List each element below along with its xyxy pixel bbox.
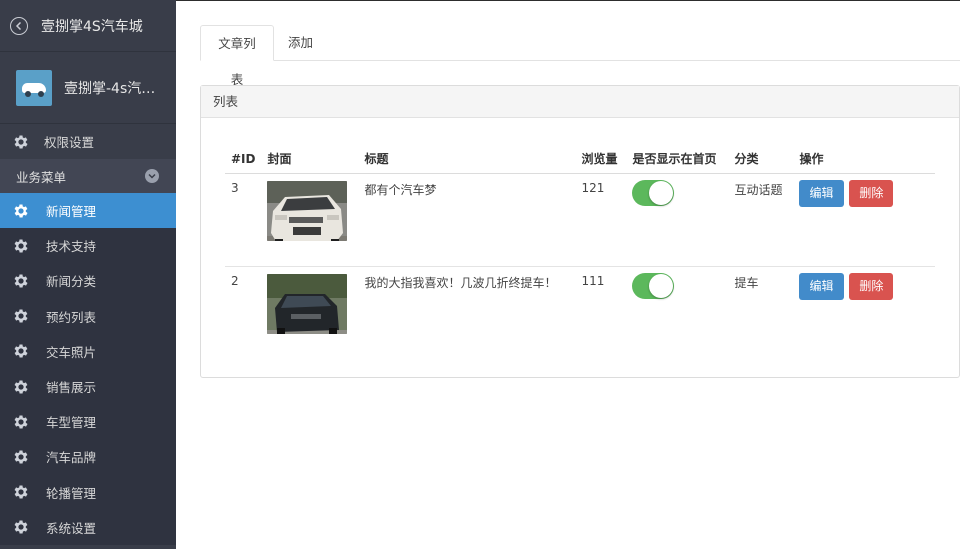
row-id: 3 <box>225 173 262 267</box>
sidebar-item-model-management[interactable]: 车型管理 <box>0 404 176 439</box>
sidebar-item-tech-support[interactable]: 技术支持 <box>0 228 176 263</box>
col-views: 浏览量 <box>575 145 627 174</box>
col-actions: 操作 <box>793 145 935 174</box>
user-name: 壹捌掌-4s汽车城 <box>64 80 164 97</box>
avatar <box>16 69 52 106</box>
sidebar-item-label: 销售展示 <box>46 380 97 396</box>
delete-button[interactable]: 删除 <box>849 179 894 207</box>
tab-bar: 文章列表 添加 <box>200 25 960 87</box>
sidebar-item-label: 预约列表 <box>46 309 97 325</box>
row-category: 提车 <box>734 275 759 290</box>
row-views: 111 <box>581 273 605 288</box>
gear-icon <box>12 483 30 501</box>
app-title: 壹捌掌4S汽车城 <box>41 18 143 35</box>
sidebar-item-label: 轮播管理 <box>46 485 97 501</box>
toggle-knob <box>649 273 674 298</box>
edit-button[interactable]: 编辑 <box>799 272 844 300</box>
business-submenu: 新闻管理 技术支持 新闻分类 预约列表 交车照片 销售展示 车型管理 汽车品牌 <box>0 193 176 545</box>
sidebar-item-system-settings[interactable]: 系统设置 <box>0 510 176 545</box>
row-id: 2 <box>231 273 239 288</box>
sidebar-item-appointments[interactable]: 预约列表 <box>0 299 176 334</box>
col-cover: 封面 <box>261 145 359 174</box>
table-row: 2 我的大指我喜欢！几波几折终提车！ 111 提车 编辑 删除 <box>225 266 935 341</box>
sidebar: 壹捌掌4S汽车城 壹捌掌-4s汽车城 权限设置 业务菜单 新闻管理 技术支持 新… <box>0 0 176 549</box>
cover-image[interactable] <box>267 180 348 241</box>
main-content: 文章列表 添加 列表 #ID 封面 标题 浏览量 是否显示在首页 分类 操作 3 <box>176 1 960 549</box>
panel-title: 列表 <box>201 86 959 118</box>
gear-icon <box>12 133 30 151</box>
col-show-home: 是否显示在首页 <box>626 145 729 174</box>
tab-add[interactable]: 添加 <box>276 25 325 61</box>
toggle-knob <box>649 180 674 205</box>
tab-article-list[interactable]: 文章列表 <box>200 25 274 87</box>
list-panel: 列表 #ID 封面 标题 浏览量 是否显示在首页 分类 操作 3 都有个汽车梦 … <box>200 85 960 378</box>
cover-image[interactable] <box>267 273 348 334</box>
back-arrow-icon[interactable] <box>10 16 28 35</box>
gear-icon <box>12 237 30 255</box>
gear-icon <box>12 378 30 396</box>
table-row: 3 都有个汽车梦 121 互动话题 编辑 删除 <box>225 173 935 267</box>
row-title: 都有个汽车梦 <box>358 173 576 267</box>
gear-icon <box>12 272 30 290</box>
row-category: 互动话题 <box>728 173 794 267</box>
section-title: 业务菜单 <box>16 169 67 185</box>
sidebar-item-label: 车型管理 <box>46 415 97 431</box>
sidebar-item-car-brands[interactable]: 汽车品牌 <box>0 439 176 474</box>
sidebar-item-news-management[interactable]: 新闻管理 <box>0 193 176 229</box>
show-home-toggle[interactable] <box>632 179 675 206</box>
col-category: 分类 <box>728 145 794 174</box>
sidebar-item-carousel[interactable]: 轮播管理 <box>0 475 176 510</box>
gear-icon <box>12 307 30 325</box>
sidebar-item-label: 新闻分类 <box>46 274 97 290</box>
col-title: 标题 <box>358 145 576 174</box>
gear-icon <box>12 202 30 220</box>
sidebar-item-label: 技术支持 <box>46 239 97 255</box>
sidebar-item-delivery-photos[interactable]: 交车照片 <box>0 334 176 369</box>
col-id: #ID <box>225 145 262 174</box>
article-table: #ID 封面 标题 浏览量 是否显示在首页 分类 操作 3 都有个汽车梦 121… <box>225 145 935 341</box>
gear-icon <box>12 518 30 536</box>
sidebar-item-news-category[interactable]: 新闻分类 <box>0 263 176 298</box>
table-header-row: #ID 封面 标题 浏览量 是否显示在首页 分类 操作 <box>225 145 935 174</box>
sidebar-item-label: 权限设置 <box>44 135 95 150</box>
row-views: 121 <box>575 173 627 267</box>
sidebar-item-permissions[interactable]: 权限设置 <box>0 124 176 159</box>
sidebar-item-label: 新闻管理 <box>46 204 97 220</box>
row-title: 我的大指我喜欢！几波几折终提车！ <box>364 275 557 290</box>
sidebar-item-label: 汽车品牌 <box>46 450 97 466</box>
show-home-toggle[interactable] <box>632 272 675 299</box>
sidebar-item-label: 交车照片 <box>46 344 97 360</box>
delete-button[interactable]: 删除 <box>849 272 894 300</box>
user-profile[interactable]: 壹捌掌-4s汽车城 <box>0 52 176 124</box>
section-business-menu[interactable]: 业务菜单 <box>0 159 176 193</box>
gear-icon <box>12 413 30 431</box>
gear-icon <box>12 342 30 360</box>
chevron-down-icon <box>145 169 159 183</box>
sidebar-item-label: 系统设置 <box>46 520 97 536</box>
sidebar-item-sales-showcase[interactable]: 销售展示 <box>0 369 176 404</box>
sidebar-header: 壹捌掌4S汽车城 <box>0 0 176 52</box>
gear-icon <box>12 448 30 466</box>
edit-button[interactable]: 编辑 <box>799 179 844 207</box>
